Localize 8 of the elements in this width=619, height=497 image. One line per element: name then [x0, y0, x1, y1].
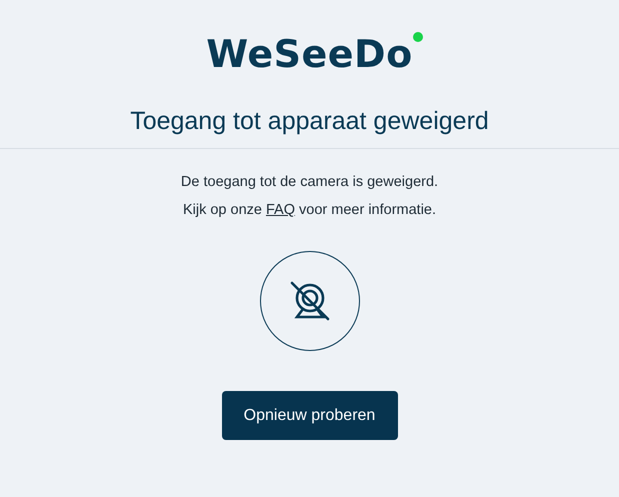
- camera-off-icon: [288, 281, 332, 321]
- page-title: Toegang tot apparaat geweigerd: [130, 106, 489, 137]
- logo-dot-icon: [412, 32, 423, 42]
- retry-button[interactable]: Opnieuw proberen: [222, 391, 398, 440]
- message-text: Kijk op onze FAQ voor meer informatie.: [182, 201, 436, 219]
- faq-link[interactable]: FAQ: [266, 202, 295, 218]
- message-text: De toegang tot de camera is geweigerd.: [180, 173, 438, 191]
- logo-text: WeSeeDo: [206, 31, 413, 78]
